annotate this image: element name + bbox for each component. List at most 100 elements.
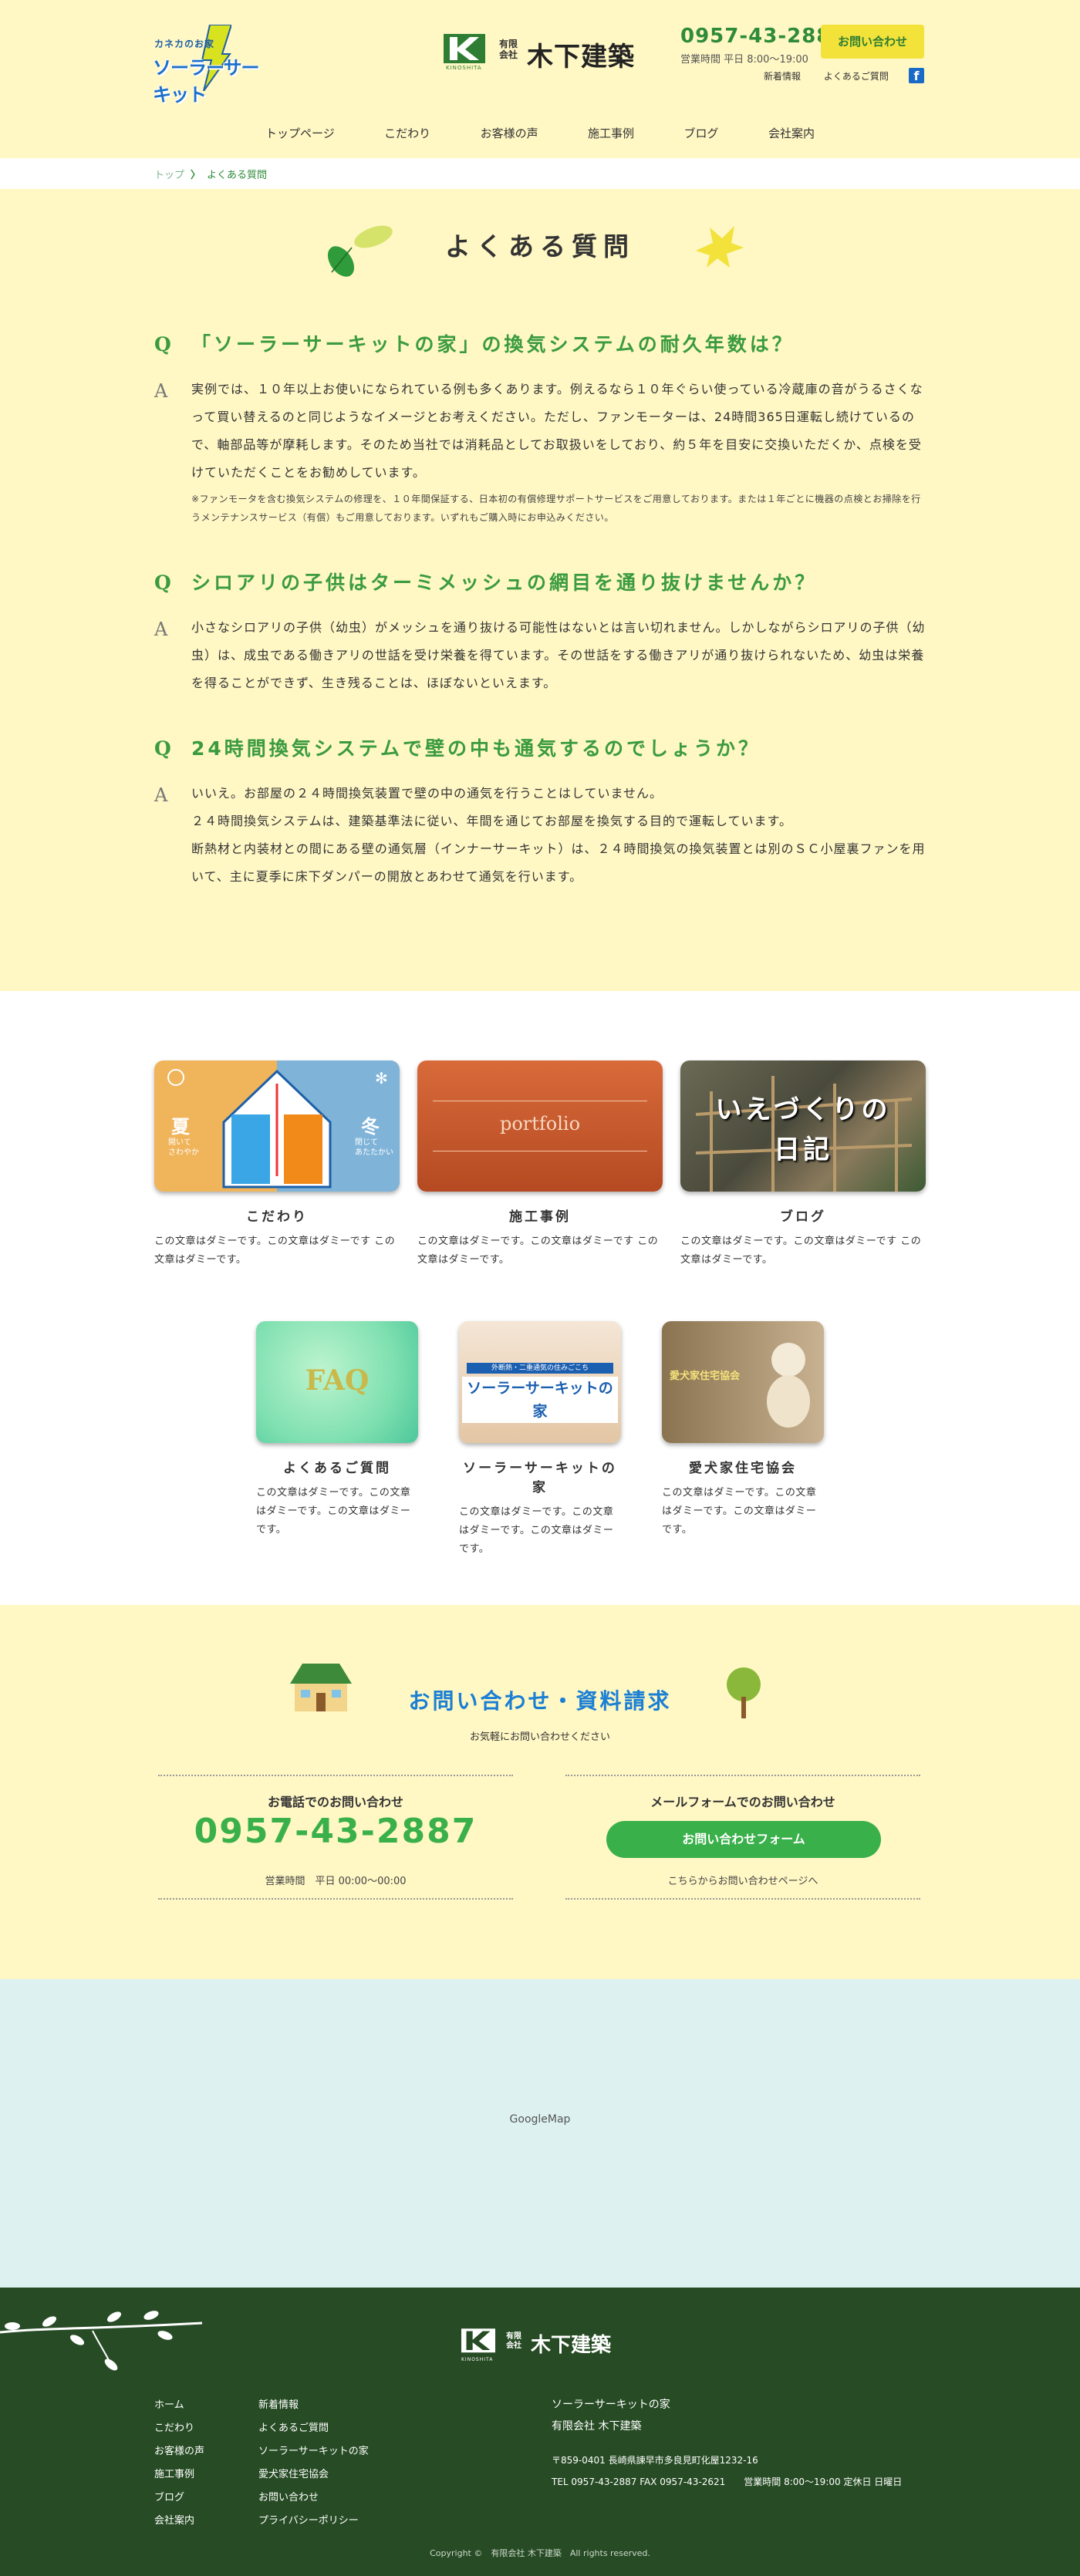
q-mark: Q [154,333,174,356]
branch-icon [0,2311,203,2371]
card-solar[interactable]: 外断熱・二重通気の住みごこち ソーラーサーキットの家 ソーラーサーキットの家 こ… [459,1321,621,1559]
divider [158,1898,513,1900]
card-kodawari[interactable]: ✻ 夏 開いて さわやか 冬 閉じて あたたかい こだわり この文章はダミーです… [154,1060,400,1269]
footer-link-blog[interactable]: ブログ [154,2487,204,2510]
portfolio-image: portfolio [417,1060,663,1192]
breadcrumb-separator: 〉 [191,170,201,181]
nav-item-works[interactable]: 施工事例 [585,125,637,141]
answer: A いいえ。お部屋の２４時間換気装置で壁の中の通気を行うことはしていません。 ２… [154,780,926,891]
header-links: 新着情報 よくあるご質問 [764,69,909,83]
divider [565,1775,920,1776]
faq-item: Q 24時間換気システムで壁の中も通気するのでしょうか？ A いいえ。お部屋の２４… [154,733,926,891]
scaffolding-icon [695,1076,913,1192]
blog-image-text1: いえづくりの [715,1094,891,1125]
faq-item: Q シロアリの子供はターミメッシュの網目を通り抜けませんか？ A 小さなシロアリの… [154,568,926,697]
faq-link[interactable]: よくあるご質問 [824,71,889,82]
google-map[interactable]: GoogleMap [0,1979,1080,2288]
breadcrumb: トップ〉よくある質問 [0,158,1080,189]
nav-item-company[interactable]: 会社案内 [765,125,818,141]
dog-image-text: 愛犬家住宅協会 [670,1371,741,1382]
footer-link-home[interactable]: ホーム [154,2394,204,2417]
site-header: カネカのお家 ソーラーサーキット KINOSHITA 有限 会社 木下建築 09… [0,0,1080,158]
kinoshita-sub: KINOSHITA [446,65,482,71]
page-title: よくある質問 [445,231,635,261]
dog-house-image: 愛犬家住宅協会 [662,1321,824,1443]
contact-section: お問い合わせ・資料請求 お気軽にお問い合わせください お電話でのお問い合わせ 0… [0,1605,1080,1979]
blog-image: いえづくりの 日記 [680,1060,926,1192]
kinoshita-logo[interactable]: KINOSHITA 有限 会社 木下建築 [444,31,644,74]
dog-icon [767,1343,810,1428]
company-name: 木下建築 [527,42,635,72]
nav-item-blog[interactable]: ブログ [681,125,722,141]
footer-link-voice[interactable]: お客様の声 [154,2440,204,2463]
winter-label: 冬 [361,1116,380,1138]
card-desc: この文章はダミーです。この文章はダミーです。この文章はダミーです。 [662,1487,817,1536]
card-title: ソーラーサーキットの家 [463,1461,617,1495]
question-text: 「ソーラーサーキットの家」の換気システムの耐久年数は？ [191,333,795,356]
footer-link-faq[interactable]: よくあるご質問 [258,2417,369,2440]
answer-note: ※ファンモータを含む換気システムの修理を、１０年間保証する、日本初の有償修理サポ… [191,494,921,523]
divider [565,1898,920,1900]
card-faq[interactable]: FAQ よくあるご質問 この文章はダミーです。この文章はダミーです。この文章はダ… [256,1321,418,1539]
contact-title: お問い合わせ・資料請求 [408,1688,672,1714]
contact-phone[interactable]: 0957-43-2887 [158,1812,513,1851]
kodawari-image: ✻ 夏 開いて さわやか 冬 閉じて あたたかい [154,1060,400,1192]
tel-heading: お電話でのお問い合わせ [267,1795,403,1809]
solar-logo-text: ソーラーサーキット [153,57,260,106]
footer-company-info: ソーラーサーキットの家 有限会社 木下建築 〒859-0401 長崎県諫早市多良… [552,2394,902,2493]
contact-subtitle: お気軽にお問い合わせください [469,1731,610,1743]
card-title: こだわり [246,1209,308,1225]
answer-text: いいえ。お部屋の２４時間換気装置で壁の中の通気を行うことはしていません。 [191,786,663,801]
card-works[interactable]: portfolio 施工事例 この文章はダミーです。この文章はダミーです この文… [417,1060,663,1269]
a-mark: A [154,784,169,806]
footer-link-privacy[interactable]: プライバシーポリシー [258,2510,369,2533]
card-title: 愛犬家住宅協会 [689,1461,797,1476]
question: Q シロアリの子供はターミメッシュの網目を通り抜けませんか？ [154,568,926,595]
footer-link-works[interactable]: 施工事例 [154,2463,204,2487]
kinoshita-mark-icon [461,2328,495,2353]
nav-item-top[interactable]: トップページ [262,125,338,141]
winter-sub: 閉じて あたたかい [355,1138,393,1157]
news-link[interactable]: 新着情報 [764,71,801,82]
card-desc: この文章はダミーです。この文章はダミーです。この文章はダミーです。 [459,1506,614,1555]
header-contact-button[interactable]: お問い合わせ [821,25,924,59]
global-nav: トップページ こだわり お客様の声 施工事例 ブログ 会社案内 [262,125,818,141]
yellow-leaf-icon [696,226,744,268]
footer-company: 有限会社 木下建築 [552,2420,642,2433]
facebook-icon[interactable]: f [909,68,924,83]
footer-address: 〒859-0401 長崎県諫早市多良見町化屋1232-16 [552,2455,758,2466]
portfolio-text: portfolio [499,1113,581,1135]
question: Q 「ソーラーサーキットの家」の換気システムの耐久年数は？ [154,329,926,357]
footer-company-type: 有限 会社 [506,2332,521,2350]
card-blog[interactable]: いえづくりの 日記 ブログ この文章はダミーです。この文章はダミーです この文章… [680,1060,926,1269]
mail-note: こちらからお問い合わせページへ [667,1876,818,1887]
card-title: よくあるご質問 [283,1461,391,1476]
nav-item-voice[interactable]: お客様の声 [478,125,542,141]
footer-link-dog[interactable]: 愛犬家住宅協会 [258,2463,369,2487]
breadcrumb-current: よくある質問 [207,170,268,181]
footer-logo[interactable]: KINOSHITA 有限 会社 木下建築 [461,2326,631,2365]
contact-hours: 営業時間 平日 00:00〜00:00 [265,1876,407,1887]
company-type: 有限 会社 [499,39,518,60]
copyright: Copyright © 有限会社 木下建築 All rights reserve… [430,2548,650,2558]
summer-label: 夏 [171,1116,190,1138]
footer-link-company[interactable]: 会社案内 [154,2510,204,2533]
solar-circuit-logo[interactable]: カネカのお家 ソーラーサーキット [153,25,261,106]
footer-company-name: 木下建築 [531,2334,612,2357]
page: カネカのお家 ソーラーサーキット KINOSHITA 有限 会社 木下建築 09… [0,0,1080,2576]
a-mark: A [154,619,169,640]
footer-link-contact[interactable]: お問い合わせ [258,2487,369,2510]
a-mark: A [154,380,169,402]
footer-link-solar[interactable]: ソーラーサーキットの家 [258,2440,369,2463]
tree-icon [727,1667,761,1718]
footer-nav-col2: 新着情報 よくあるご質問 ソーラーサーキットの家 愛犬家住宅協会 お問い合わせ … [258,2394,369,2533]
contact-form-button[interactable]: お問い合わせフォーム [606,1821,881,1858]
footer-link-kodawari[interactable]: こだわり [154,2417,204,2440]
card-dog[interactable]: 愛犬家住宅協会 愛犬家住宅協会 この文章はダミーです。この文章はダミーです。この… [662,1321,824,1539]
footer-link-news[interactable]: 新着情報 [258,2394,369,2417]
nav-item-kodawari[interactable]: こだわり [381,125,434,141]
breadcrumb-home[interactable]: トップ [154,170,184,181]
footer-nav-col1: ホーム こだわり お客様の声 施工事例 ブログ 会社案内 [154,2394,204,2533]
answer-text: ２４時間換気システムは、建築基準法に従い、年間を通じてお部屋を換気する目的で運転… [191,814,792,828]
divider [158,1775,513,1776]
